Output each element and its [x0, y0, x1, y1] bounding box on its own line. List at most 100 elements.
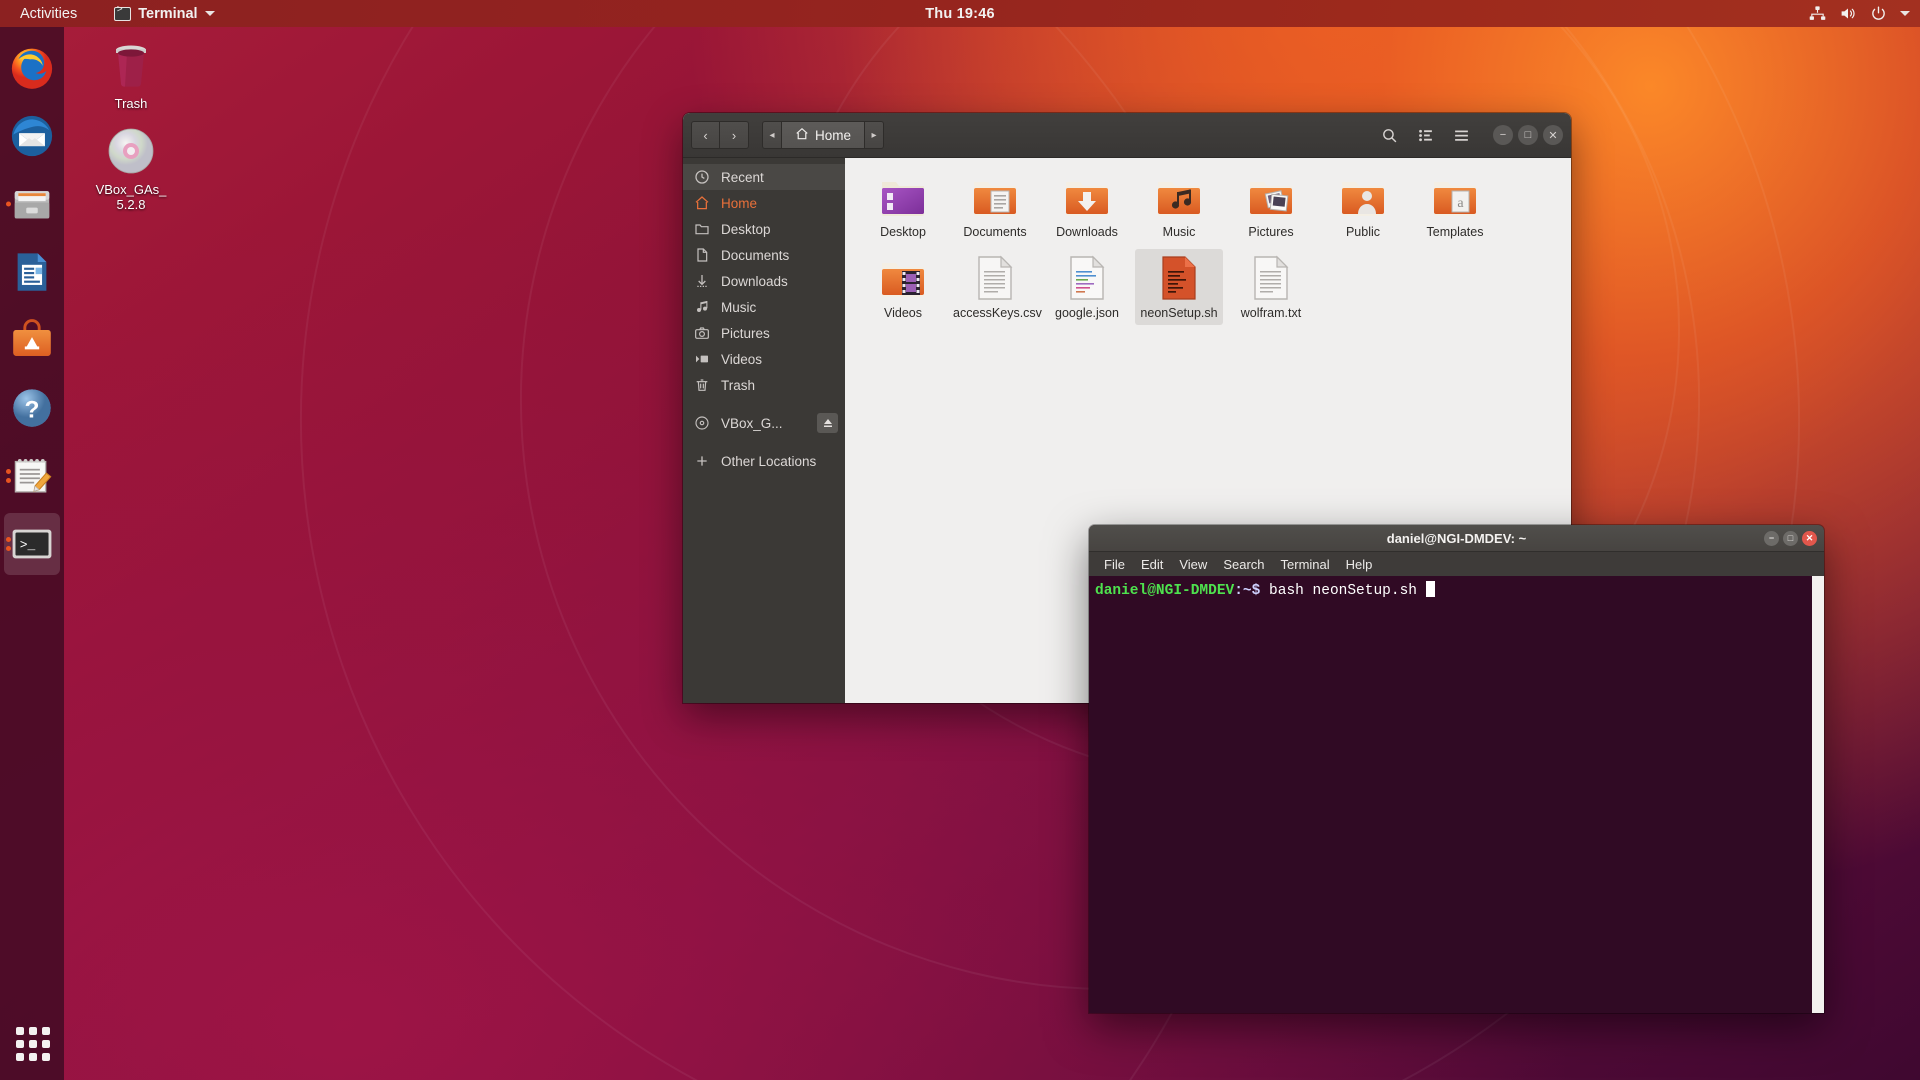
sidebar-item-vbox-volume[interactable]: VBox_G...	[683, 410, 845, 436]
file-label: Downloads	[1056, 225, 1118, 239]
file-item-public[interactable]: Public	[1319, 168, 1407, 245]
minimize-button[interactable]: −	[1764, 530, 1779, 546]
sidebar-item-documents[interactable]: Documents	[683, 242, 845, 268]
clock-icon	[693, 169, 710, 186]
dock-item-libreoffice-writer[interactable]	[4, 241, 60, 303]
forward-button[interactable]: ›	[720, 121, 749, 149]
folder-pictures-icon	[1229, 172, 1313, 222]
volume-icon[interactable]	[1839, 5, 1857, 22]
terminal-scrollbar[interactable]	[1812, 576, 1824, 1013]
terminal-titlebar[interactable]: daniel@NGI-DMDEV: ~ − □ ✕	[1089, 525, 1824, 552]
terminal-icon	[114, 5, 132, 21]
file-item-neonsetup-sh[interactable]: neonSetup.sh	[1135, 248, 1223, 325]
network-icon[interactable]	[1809, 5, 1826, 22]
show-applications-button[interactable]	[10, 1022, 54, 1066]
breadcrumb-home[interactable]: Home	[781, 121, 866, 149]
sidebar-item-desktop[interactable]: Desktop	[683, 216, 845, 242]
sidebar-item-trash[interactable]: Trash	[683, 372, 845, 398]
sidebar-label: Documents	[721, 247, 790, 263]
file-item-templates[interactable]: a Templates	[1411, 168, 1499, 245]
system-menu-caret-icon[interactable]	[1900, 11, 1910, 16]
file-json-icon	[1045, 253, 1129, 303]
sidebar-item-other-locations[interactable]: Other Locations	[683, 448, 845, 474]
file-item-wolfram-txt[interactable]: wolfram.txt	[1227, 249, 1315, 326]
eject-button[interactable]	[817, 413, 838, 433]
plus-icon	[693, 453, 710, 470]
menu-view[interactable]: View	[1171, 555, 1215, 574]
libreoffice-writer-icon	[17, 253, 47, 291]
sidebar-item-downloads[interactable]: Downloads	[683, 268, 845, 294]
terminal-menubar: File Edit View Search Terminal Help	[1089, 552, 1824, 576]
svg-text:?: ?	[25, 396, 40, 423]
file-item-pictures[interactable]: Pictures	[1227, 168, 1315, 245]
clock[interactable]: Thu 19:46	[925, 6, 995, 22]
terminal-window: daniel@NGI-DMDEV: ~ − □ ✕ File Edit View…	[1089, 525, 1824, 1013]
back-button[interactable]: ‹	[691, 121, 720, 149]
disc-icon	[83, 124, 179, 178]
menu-edit[interactable]: Edit	[1133, 555, 1171, 574]
download-icon	[693, 273, 710, 290]
sidebar-label: Home	[721, 195, 758, 211]
file-item-google-json[interactable]: google.json	[1043, 249, 1131, 326]
thunderbird-icon	[11, 115, 53, 157]
desktop-icon-vbox-guest-additions[interactable]: VBox_GAs_ 5.2.8	[83, 124, 179, 212]
sidebar-label: Downloads	[721, 273, 788, 289]
breadcrumb-scroll-left[interactable]: ◂	[762, 121, 781, 149]
file-item-desktop[interactable]: Desktop	[859, 168, 947, 245]
hamburger-menu-icon[interactable]	[1447, 121, 1476, 149]
dock-item-firefox[interactable]	[4, 37, 60, 99]
sidebar-label: Music	[721, 299, 757, 315]
top-bar: Activities Terminal Thu 19:46	[0, 0, 1920, 27]
terminal-screen[interactable]: daniel@NGI-DMDEV:~$ bash neonSetup.sh	[1089, 576, 1824, 1013]
file-item-music[interactable]: Music	[1135, 168, 1223, 245]
sidebar-item-home[interactable]: Home	[683, 190, 845, 216]
home-icon	[693, 195, 710, 212]
maximize-button[interactable]: □	[1783, 530, 1798, 546]
file-item-accesskeys-csv[interactable]: accessKeys.csv	[951, 249, 1042, 326]
dock-item-thunderbird[interactable]	[4, 105, 60, 167]
sidebar-item-pictures[interactable]: Pictures	[683, 320, 845, 346]
app-menu-label: Terminal	[138, 5, 198, 22]
minimize-button[interactable]: −	[1493, 125, 1513, 145]
file-label: wolfram.txt	[1240, 305, 1302, 320]
dock-item-ubuntu-software[interactable]	[4, 309, 60, 371]
file-item-documents[interactable]: Documents	[951, 168, 1039, 245]
sidebar-label: Pictures	[721, 325, 770, 341]
dock-item-text-editor[interactable]	[4, 445, 60, 507]
search-icon[interactable]	[1375, 121, 1404, 149]
desktop-icon-label-line1: VBox_GAs_	[95, 182, 167, 197]
sidebar-item-music[interactable]: Music	[683, 294, 845, 320]
menu-file[interactable]: File	[1096, 555, 1133, 574]
breadcrumb-scroll-right[interactable]: ▸	[865, 121, 885, 149]
sidebar-item-videos[interactable]: Videos	[683, 346, 845, 372]
close-button[interactable]: ✕	[1802, 530, 1817, 546]
file-item-downloads[interactable]: Downloads	[1043, 168, 1131, 245]
dock-item-files[interactable]	[4, 173, 60, 235]
app-menu-terminal[interactable]: Terminal	[107, 3, 221, 25]
list-view-icon[interactable]	[1411, 121, 1440, 149]
menu-terminal[interactable]: Terminal	[1273, 555, 1338, 574]
menu-help[interactable]: Help	[1338, 555, 1381, 574]
file-item-videos[interactable]: Videos	[859, 249, 947, 326]
menu-search[interactable]: Search	[1215, 555, 1272, 574]
sidebar-label: Recent	[721, 169, 764, 185]
terminal-prompt-path: :~$	[1234, 583, 1261, 599]
close-button[interactable]: ✕	[1543, 125, 1563, 145]
desktop-icon-trash[interactable]: Trash	[83, 38, 179, 111]
file-manager-headerbar: ‹ › ◂ Home ▸ − □ ✕	[683, 113, 1571, 158]
file-manager-sidebar: Recent Home Desktop Documents Downloads	[683, 158, 845, 703]
disc-icon	[693, 415, 710, 432]
dock-item-help[interactable]: ?	[4, 377, 60, 439]
files-cabinet-icon	[14, 191, 50, 219]
file-label: Videos	[884, 305, 922, 320]
file-grid: Desktop Documents Downloads Music Pictur…	[857, 168, 1571, 329]
power-icon[interactable]	[1870, 5, 1887, 22]
maximize-button[interactable]: □	[1518, 125, 1538, 145]
terminal-title-label: daniel@NGI-DMDEV: ~	[1386, 530, 1527, 546]
folder-music-icon	[1137, 172, 1221, 222]
activities-button[interactable]: Activities	[12, 3, 85, 25]
folder-documents-icon	[953, 172, 1037, 222]
ubuntu-software-icon	[13, 319, 51, 356]
sidebar-item-recent[interactable]: Recent	[683, 164, 845, 190]
dock-item-terminal[interactable]: >_	[4, 513, 60, 575]
